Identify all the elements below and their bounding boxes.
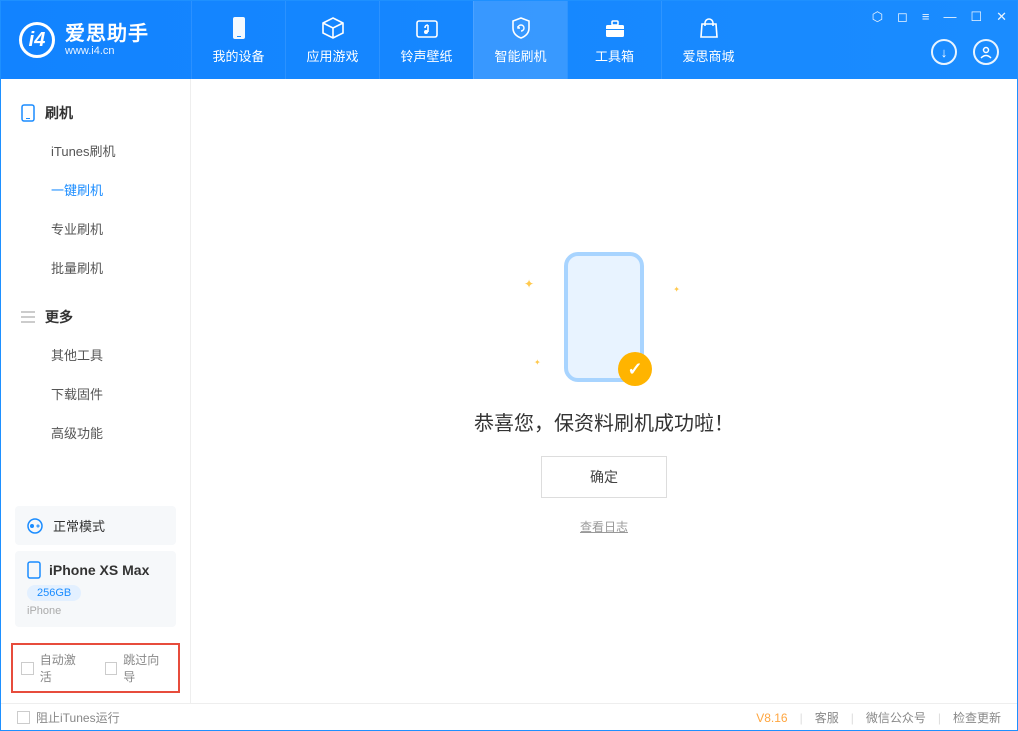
sidebar-item-pro-flash[interactable]: 专业刷机: [1, 209, 190, 248]
sidebar-item-download-firmware[interactable]: 下载固件: [1, 374, 190, 413]
tab-my-device[interactable]: 我的设备: [191, 1, 285, 79]
header-actions: ↓: [931, 39, 999, 65]
window-controls: ⬡ ◻ ≡ — ☐ ✕: [872, 9, 1007, 25]
tab-flash[interactable]: 智能刷机: [473, 1, 567, 79]
options-highlight-box: 自动激活 跳过向导: [11, 643, 180, 693]
tab-label: 我的设备: [212, 46, 264, 65]
section-title: 更多: [45, 307, 73, 327]
app-logo-icon: i4: [19, 22, 55, 58]
ok-button[interactable]: 确定: [541, 456, 667, 498]
phone-icon: [21, 104, 35, 122]
device-capacity: 256GB: [27, 585, 81, 601]
sidebar-section-flash: 刷机: [1, 95, 190, 131]
sidebar-section-more: 更多: [1, 299, 190, 335]
phone-icon: [27, 561, 41, 579]
tab-toolbox[interactable]: 工具箱: [567, 1, 661, 79]
maximize-icon[interactable]: ☐: [970, 9, 982, 25]
block-itunes-checkbox[interactable]: 阻止iTunes运行: [17, 709, 120, 726]
device-status: 正常模式: [15, 506, 176, 545]
sidebar-item-oneclick-flash[interactable]: 一键刷机: [1, 170, 190, 209]
list-icon: [21, 311, 35, 323]
wechat-link[interactable]: 微信公众号: [866, 709, 926, 726]
checkbox-icon: [105, 662, 118, 675]
shield-refresh-icon: [509, 16, 533, 40]
device-name-text: iPhone XS Max: [49, 562, 149, 578]
sidebar-item-other-tools[interactable]: 其他工具: [1, 335, 190, 374]
checkbox-icon: [21, 662, 34, 675]
sparkle-icon: ✦: [524, 277, 534, 291]
music-folder-icon: [415, 16, 439, 40]
tab-store[interactable]: 爱思商城: [661, 1, 755, 79]
menu-icon[interactable]: ≡: [922, 9, 930, 25]
statusbar: 阻止iTunes运行 V8.16 | 客服 | 微信公众号 | 检查更新: [1, 703, 1017, 731]
cube-icon: [321, 16, 345, 40]
app-subtitle: www.i4.cn: [65, 45, 149, 57]
checkbox-label: 阻止iTunes运行: [36, 709, 120, 726]
phone-illustration: ✓: [564, 252, 644, 382]
version-text: V8.16: [756, 711, 787, 725]
tab-label: 智能刷机: [494, 46, 546, 65]
sidebar: 刷机 iTunes刷机 一键刷机 专业刷机 批量刷机 更多 其他工具 下载固件 …: [1, 79, 191, 703]
success-message: 恭喜您，保资料刷机成功啦！: [474, 407, 734, 436]
checkmark-badge-icon: ✓: [618, 352, 652, 386]
tab-label: 爱思商城: [682, 46, 734, 65]
tab-label: 铃声壁纸: [400, 46, 452, 65]
tab-label: 工具箱: [595, 46, 634, 65]
store-icon: [697, 16, 721, 40]
skip-guide-checkbox[interactable]: 跳过向导: [105, 651, 171, 685]
tab-apps[interactable]: 应用游戏: [285, 1, 379, 79]
checkbox-label: 跳过向导: [123, 651, 170, 685]
checkbox-label: 自动激活: [40, 651, 87, 685]
success-illustration: ✦ ✦ ✦ ✓: [514, 247, 694, 387]
toolbox-icon: [603, 16, 627, 40]
status-icon: [27, 518, 43, 534]
sidebar-item-itunes-flash[interactable]: iTunes刷机: [1, 131, 190, 170]
check-update-link[interactable]: 检查更新: [953, 709, 1001, 726]
app-title: 爱思助手: [65, 23, 149, 45]
minimize-icon[interactable]: —: [943, 9, 956, 25]
sidebar-item-advanced[interactable]: 高级功能: [1, 413, 190, 452]
app-header: i4 爱思助手 www.i4.cn 我的设备 应用游戏 铃声壁纸 智能刷机 工具…: [1, 1, 1017, 79]
auto-activate-checkbox[interactable]: 自动激活: [21, 651, 87, 685]
close-icon[interactable]: ✕: [996, 9, 1007, 25]
support-link[interactable]: 客服: [815, 709, 839, 726]
logo-area: i4 爱思助手 www.i4.cn: [1, 22, 191, 58]
tshirt-icon[interactable]: ⬡: [872, 9, 883, 25]
status-text: 正常模式: [53, 516, 105, 535]
section-title: 刷机: [45, 103, 73, 123]
device-icon: [227, 16, 251, 40]
sparkle-icon: ✦: [534, 358, 541, 367]
sidebar-item-batch-flash[interactable]: 批量刷机: [1, 248, 190, 287]
device-info[interactable]: iPhone XS Max 256GB iPhone: [15, 551, 176, 627]
download-button[interactable]: ↓: [931, 39, 957, 65]
tab-label: 应用游戏: [306, 46, 358, 65]
feedback-icon[interactable]: ◻: [897, 9, 908, 25]
main-tabs: 我的设备 应用游戏 铃声壁纸 智能刷机 工具箱 爱思商城: [191, 1, 755, 79]
view-log-link[interactable]: 查看日志: [580, 518, 628, 535]
sparkle-icon: ✦: [673, 285, 680, 294]
tab-ringtones[interactable]: 铃声壁纸: [379, 1, 473, 79]
account-button[interactable]: [973, 39, 999, 65]
main-content: ✦ ✦ ✦ ✓ 恭喜您，保资料刷机成功啦！ 确定 查看日志: [191, 79, 1017, 703]
device-type: iPhone: [27, 605, 164, 617]
checkbox-icon: [17, 711, 30, 724]
